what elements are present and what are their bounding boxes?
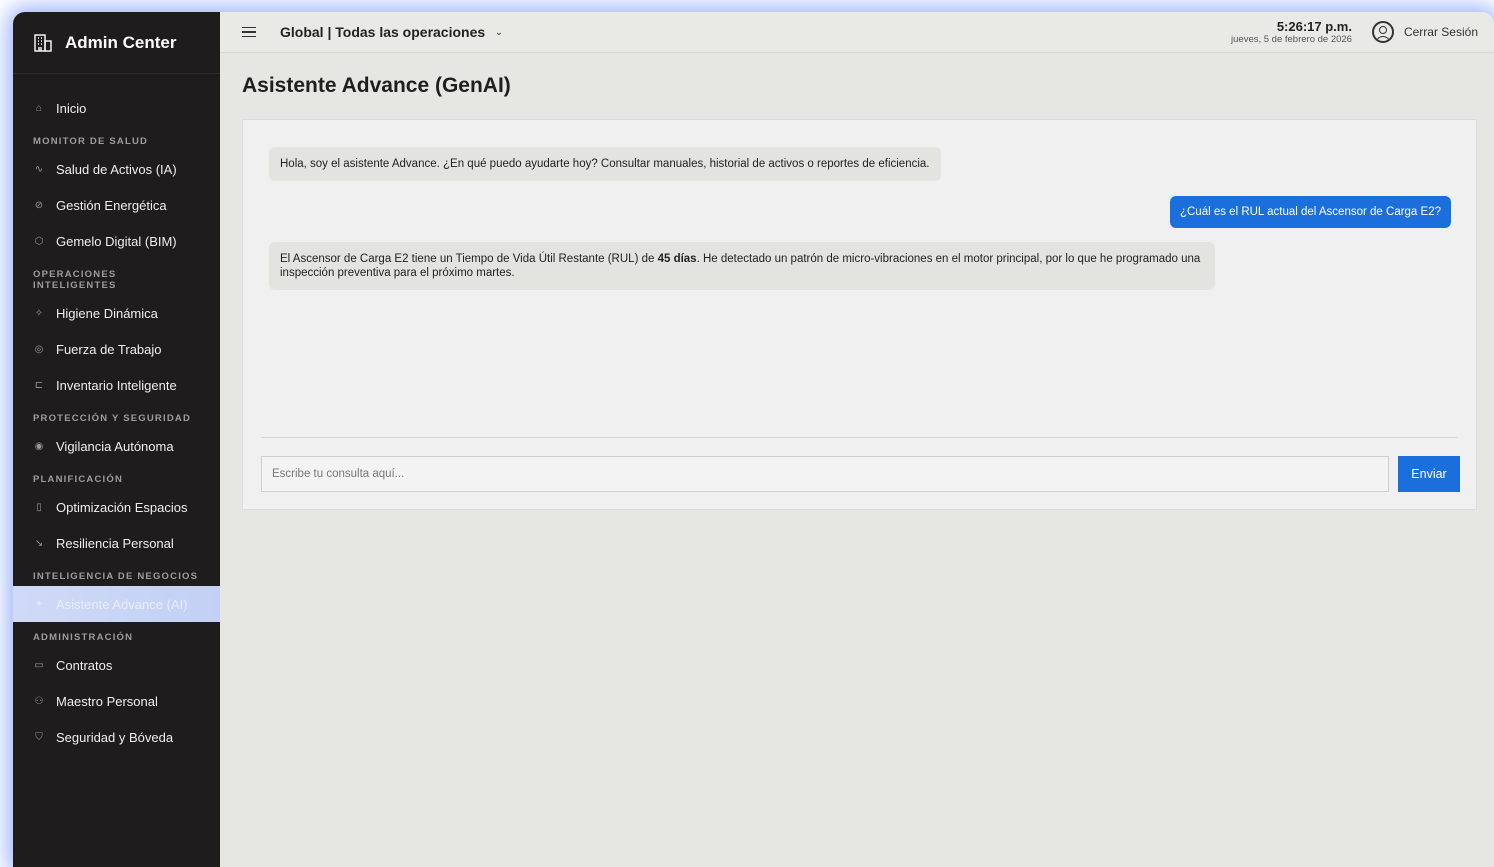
page-title: Asistente Advance (GenAI) bbox=[242, 74, 511, 97]
bot-message-answer: El Ascensor de Carga E2 tiene un Tiempo … bbox=[269, 242, 1215, 290]
sidebar-item-label: Seguridad y Bóveda bbox=[56, 729, 174, 745]
answer-text-pre: El Ascensor de Carga E2 tiene un Tiempo … bbox=[280, 253, 658, 265]
sidebar-item-label: Gemelo Digital (BIM) bbox=[56, 233, 177, 249]
sparkle-icon: ✦ bbox=[34, 598, 44, 610]
chat-input[interactable] bbox=[261, 456, 1389, 492]
sidebar-item-contracts[interactable]: ▭ Contratos bbox=[13, 647, 220, 683]
sidebar-item-inventory[interactable]: ⊏ Inventario Inteligente bbox=[13, 367, 220, 403]
chat-panel: Hola, soy el asistente Advance. ¿En qué … bbox=[242, 119, 1477, 510]
logout-button[interactable]: Cerrar Sesión bbox=[1404, 25, 1478, 39]
sidebar-item-label: Inicio bbox=[56, 100, 87, 116]
sidebar-item-label: Vigilancia Autónoma bbox=[56, 438, 174, 454]
cube-icon: ⬡ bbox=[34, 235, 44, 247]
menu-toggle-icon[interactable] bbox=[242, 26, 256, 38]
sidebar-item-label: Gestión Energética bbox=[56, 197, 167, 213]
scope-label: Global | Todas las operaciones bbox=[280, 24, 486, 40]
bolt-off-icon: ⊘ bbox=[34, 199, 44, 211]
map-icon: ▯ bbox=[36, 501, 42, 513]
users-icon: ⚇ bbox=[34, 695, 44, 707]
clock: 5:26:17 p.m. jueves, 5 de febrero de 202… bbox=[1231, 18, 1352, 45]
section-heading-planning: PLANIFICACIÓN bbox=[33, 474, 124, 485]
sidebar-item-twin[interactable]: ⬡ Gemelo Digital (BIM) bbox=[13, 223, 220, 259]
trend-down-icon: ↘ bbox=[34, 537, 44, 549]
sidebar-item-resilience[interactable]: ↘ Resiliencia Personal bbox=[13, 525, 220, 561]
cart-icon: ⊏ bbox=[34, 379, 44, 391]
sidebar-item-label: Optimización Espacios bbox=[56, 499, 188, 515]
clock-date: jueves, 5 de febrero de 2026 bbox=[1231, 33, 1352, 45]
chevron-down-icon: ⌄ bbox=[495, 26, 503, 37]
sidebar-item-label: Salud de Activos (IA) bbox=[56, 161, 177, 177]
building-icon bbox=[33, 33, 53, 53]
home-icon: ⌂ bbox=[35, 102, 43, 114]
eye-icon: ◉ bbox=[34, 440, 44, 452]
section-heading-security: PROTECCIÓN Y SEGURIDAD bbox=[33, 413, 192, 424]
sidebar-item-label: Contratos bbox=[56, 657, 113, 673]
sidebar-item-label: Higiene Dinámica bbox=[56, 305, 158, 321]
sidebar-item-energy[interactable]: ⊘ Gestión Energética bbox=[13, 187, 220, 223]
clock-time: 5:26:17 p.m. bbox=[1276, 18, 1352, 34]
sidebar-item-hygiene[interactable]: ✧ Higiene Dinámica bbox=[13, 295, 220, 331]
sidebar-item-label: Fuerza de Trabajo bbox=[56, 341, 162, 357]
app-title: Admin Center bbox=[65, 32, 177, 52]
section-heading-health: MONITOR DE SALUD bbox=[33, 136, 149, 147]
scope-selector[interactable]: Global | Todas las operaciones ⌄ bbox=[280, 24, 503, 40]
sidebar-item-vault[interactable]: ⛉ Seguridad y Bóveda bbox=[13, 719, 220, 755]
sidebar-item-label: Asistente Advance (AI) bbox=[56, 596, 188, 612]
pulse-icon: ∿ bbox=[34, 163, 44, 175]
sidebar-item-staff[interactable]: ⚇ Maestro Personal bbox=[13, 683, 220, 719]
sparkles-icon: ✧ bbox=[34, 307, 44, 319]
sidebar-item-spaces[interactable]: ▯ Optimización Espacios bbox=[13, 489, 220, 525]
brand[interactable]: Admin Center bbox=[13, 12, 220, 74]
app-window: Admin Center ⌂ Inicio MONITOR DE SALUD ∿… bbox=[13, 12, 1494, 867]
send-button[interactable]: Enviar bbox=[1398, 456, 1460, 492]
section-heading-bi: INTELIGENCIA DE NEGOCIOS bbox=[33, 571, 199, 582]
sidebar-item-label: Inventario Inteligente bbox=[56, 377, 177, 393]
answer-text-bold: 45 días bbox=[657, 253, 697, 265]
bot-message-greeting: Hola, soy el asistente Advance. ¿En qué … bbox=[269, 147, 941, 181]
section-heading-admin: ADMINISTRACIÓN bbox=[33, 632, 134, 643]
sidebar-item-inicio[interactable]: ⌂ Inicio bbox=[13, 90, 220, 126]
shield-icon: ⛉ bbox=[35, 731, 43, 743]
sidebar-nav: ⌂ Inicio MONITOR DE SALUD ∿ Salud de Act… bbox=[13, 74, 220, 755]
main-area: Global | Todas las operaciones ⌄ 5:26:17… bbox=[220, 12, 1494, 867]
user-message: ¿Cuál es el RUL actual del Ascensor de C… bbox=[1169, 196, 1451, 228]
sidebar-item-workforce[interactable]: ◎ Fuerza de Trabajo bbox=[13, 331, 220, 367]
section-heading-ops: OPERACIONES INTELIGENTES bbox=[33, 269, 117, 291]
sidebar-item-label: Maestro Personal bbox=[56, 693, 158, 709]
user-circle-icon[interactable] bbox=[1371, 21, 1394, 43]
sidebar-item-assistant[interactable]: ✦ Asistente Advance (AI) bbox=[13, 586, 220, 622]
briefcase-icon: ▭ bbox=[34, 659, 44, 671]
topbar: Global | Todas las operaciones ⌄ 5:26:17… bbox=[220, 12, 1494, 53]
sidebar: Admin Center ⌂ Inicio MONITOR DE SALUD ∿… bbox=[13, 12, 220, 867]
divider bbox=[261, 437, 1458, 438]
compass-icon: ◎ bbox=[34, 343, 44, 355]
sidebar-item-assets[interactable]: ∿ Salud de Activos (IA) bbox=[13, 151, 220, 187]
sidebar-item-surveillance[interactable]: ◉ Vigilancia Autónoma bbox=[13, 428, 220, 464]
sidebar-item-label: Resiliencia Personal bbox=[56, 535, 174, 551]
